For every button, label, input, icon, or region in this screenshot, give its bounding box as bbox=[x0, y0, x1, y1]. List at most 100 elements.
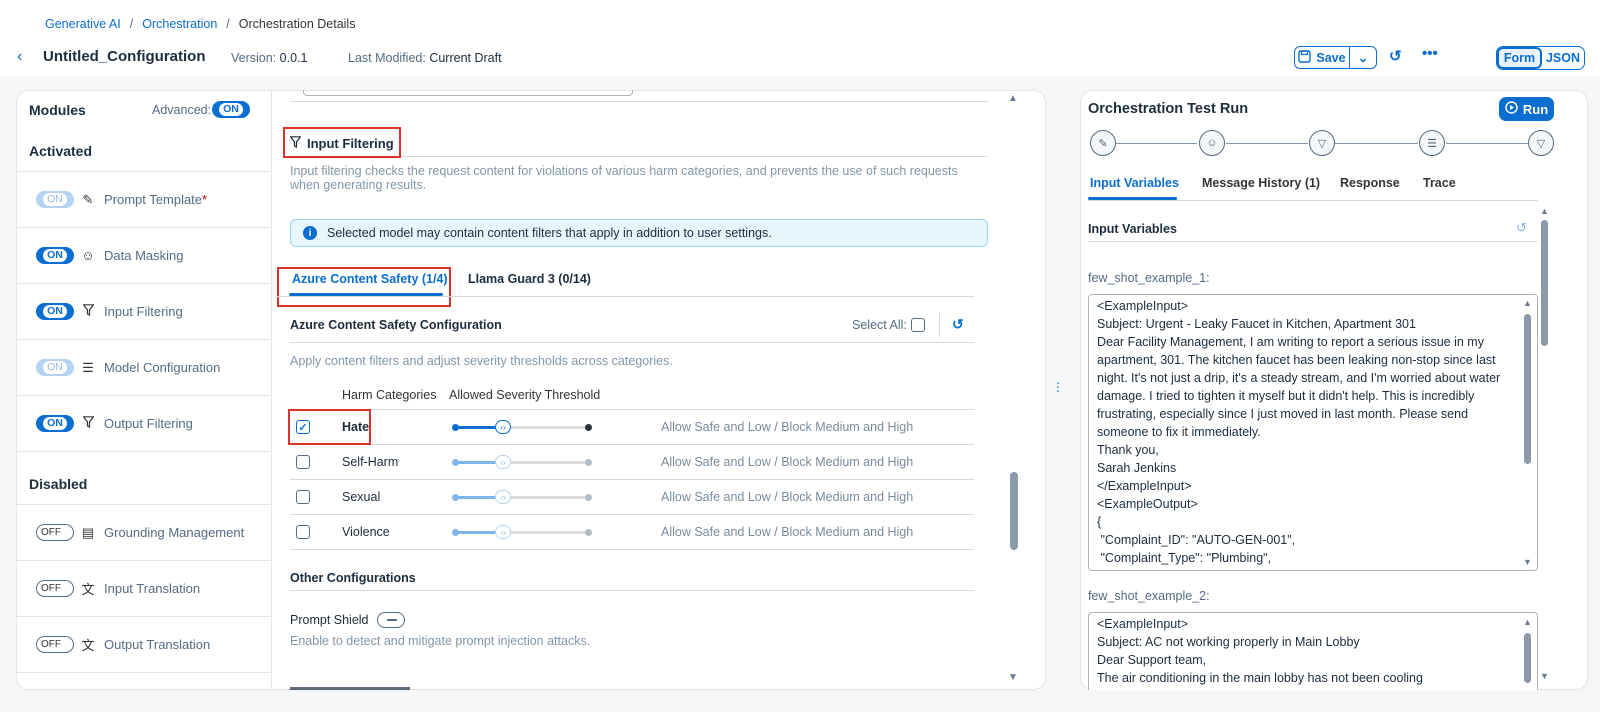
sexual-checkbox[interactable] bbox=[296, 490, 310, 504]
modified-info: Last Modified: Current Draft bbox=[348, 51, 502, 65]
step-output-filtering-icon[interactable]: ▽ bbox=[1528, 130, 1554, 156]
severity-slider[interactable]: ‹› bbox=[452, 490, 592, 504]
panel-scroll-down-icon[interactable]: ▼ bbox=[1540, 671, 1549, 681]
form-view-button[interactable]: Form bbox=[1497, 47, 1542, 69]
category-name: Violence bbox=[342, 525, 390, 539]
reset-icon[interactable]: ↺ bbox=[952, 316, 964, 333]
module-grounding-management[interactable]: OFF ▤ Grounding Management bbox=[16, 505, 270, 561]
info-text: Selected model may contain content filte… bbox=[327, 226, 772, 240]
threshold-text: Allow Safe and Low / Block Medium and Hi… bbox=[661, 420, 914, 434]
severity-slider[interactable]: ‹› bbox=[452, 525, 592, 539]
prompt-shield-description: Enable to detect and mitigate prompt inj… bbox=[290, 634, 591, 648]
step-data-masking-icon[interactable]: ☺ bbox=[1199, 130, 1225, 156]
previous-field-edge bbox=[303, 90, 633, 96]
required-marker: * bbox=[202, 192, 208, 207]
module-input-filtering[interactable]: ON Input Filtering bbox=[16, 284, 270, 340]
filter-icon bbox=[289, 136, 302, 151]
example2-textarea[interactable]: <ExampleInput> Subject: AC not working p… bbox=[1088, 612, 1538, 690]
tab-llama-guard[interactable]: Llama Guard 3 (0/14) bbox=[468, 272, 591, 286]
table-row: Sexual ‹› Allow Safe and Low / Block Med… bbox=[290, 480, 974, 515]
breadcrumb-orchestration[interactable]: Orchestration bbox=[142, 17, 217, 31]
resize-handle-icon[interactable]: ⋮ bbox=[1052, 380, 1064, 394]
breadcrumb-separator: / bbox=[226, 17, 230, 31]
scroll-down-icon[interactable]: ▼ bbox=[1523, 557, 1532, 567]
step-input-filtering-icon[interactable]: ▽ bbox=[1309, 130, 1335, 156]
module-output-translation[interactable]: OFF 文 Output Translation bbox=[16, 617, 270, 673]
slider-handle-icon[interactable]: ‹› bbox=[495, 455, 511, 469]
scroll-up-icon[interactable]: ▲ bbox=[1008, 93, 1018, 104]
select-all-checkbox[interactable] bbox=[911, 318, 925, 332]
breadcrumb-separator: / bbox=[129, 17, 134, 31]
data-masking-toggle[interactable]: ON bbox=[36, 247, 74, 264]
module-label: Model Configuration bbox=[104, 360, 221, 375]
tab-response[interactable]: Response bbox=[1340, 176, 1400, 190]
breadcrumb-generative-ai[interactable]: Generative AI bbox=[45, 17, 121, 31]
translate-icon: 文 bbox=[81, 638, 95, 653]
tab-trace[interactable]: Trace bbox=[1423, 176, 1456, 190]
input-translation-toggle[interactable]: OFF bbox=[36, 580, 74, 597]
module-data-masking[interactable]: ON ☺ Data Masking bbox=[16, 228, 270, 284]
modified-label: Last Modified: bbox=[348, 51, 426, 65]
advanced-label: Advanced: bbox=[152, 103, 212, 117]
toggle-text: ON bbox=[43, 305, 67, 318]
module-model-configuration[interactable]: ON ☰ Model Configuration bbox=[16, 340, 270, 396]
scroll-up-icon[interactable]: ▲ bbox=[1523, 617, 1532, 627]
save-label: Save bbox=[1316, 50, 1346, 65]
step-model-configuration-icon[interactable]: ☰ bbox=[1419, 130, 1445, 156]
play-icon bbox=[1505, 101, 1518, 117]
scroll-down-icon[interactable]: ▼ bbox=[1008, 672, 1018, 683]
divider bbox=[401, 156, 988, 157]
step-prompt-template-icon[interactable]: ✎ bbox=[1090, 130, 1116, 156]
textarea-scrollbar[interactable] bbox=[1524, 633, 1531, 683]
output-filtering-toggle[interactable]: ON bbox=[36, 415, 74, 432]
panel-scroll-up-icon[interactable]: ▲ bbox=[1540, 206, 1549, 216]
module-prompt-template[interactable]: ON ✎ Prompt Template* bbox=[16, 172, 270, 228]
input-filtering-toggle[interactable]: ON bbox=[36, 303, 74, 320]
table-row: Self-Harm ‹› Allow Safe and Low / Block … bbox=[290, 445, 974, 480]
history-icon[interactable]: ↺ bbox=[1389, 47, 1402, 65]
save-options-button[interactable]: ⌄ bbox=[1350, 46, 1377, 69]
toggle-text: OFF bbox=[41, 527, 61, 538]
advanced-toggle[interactable]: ON bbox=[212, 101, 250, 118]
violence-checkbox[interactable] bbox=[296, 525, 310, 539]
textarea-scrollbar[interactable] bbox=[1524, 314, 1531, 464]
grounding-icon: ▤ bbox=[81, 524, 95, 540]
more-options-icon[interactable]: ••• bbox=[1422, 45, 1438, 62]
prompt-shield-toggle[interactable] bbox=[376, 612, 405, 628]
module-label: Data Masking bbox=[104, 248, 184, 263]
output-translation-toggle[interactable]: OFF bbox=[36, 636, 74, 653]
threshold-text: Allow Safe and Low / Block Medium and Hi… bbox=[661, 490, 914, 504]
tab-azure-content-safety[interactable]: Azure Content Safety (1/4) bbox=[292, 272, 448, 286]
slider-handle-icon[interactable]: ‹› bbox=[495, 490, 511, 504]
slider-handle-icon[interactable]: ‹› bbox=[495, 420, 511, 434]
module-label: Input Filtering bbox=[104, 304, 183, 319]
model-configuration-toggle[interactable]: ON bbox=[36, 359, 74, 376]
back-chevron-icon[interactable]: ‹ bbox=[17, 49, 31, 65]
json-view-button[interactable]: JSON bbox=[1542, 47, 1584, 69]
module-output-filtering[interactable]: ON Output Filtering bbox=[16, 396, 270, 452]
next-section-heading-cutoff bbox=[290, 682, 430, 690]
column-header-threshold: Allowed Severity Threshold bbox=[449, 388, 601, 402]
config-heading: Azure Content Safety Configuration bbox=[290, 318, 502, 332]
tab-input-variables[interactable]: Input Variables bbox=[1090, 176, 1179, 190]
run-label: Run bbox=[1522, 101, 1549, 117]
reset-variables-icon[interactable]: ↺ bbox=[1516, 220, 1527, 236]
slider-handle-icon[interactable]: ‹› bbox=[495, 525, 511, 539]
save-button[interactable]: Save bbox=[1294, 46, 1350, 69]
module-input-translation[interactable]: OFF 文 Input Translation bbox=[16, 561, 270, 617]
example2-text: <ExampleInput> Subject: AC not working p… bbox=[1097, 617, 1423, 685]
scroll-up-icon[interactable]: ▲ bbox=[1523, 298, 1532, 308]
self-harm-checkbox[interactable] bbox=[296, 455, 310, 469]
run-button[interactable]: Run bbox=[1499, 97, 1554, 121]
panel-scrollbar[interactable] bbox=[1541, 220, 1548, 346]
grounding-toggle[interactable]: OFF bbox=[36, 524, 74, 541]
divider bbox=[939, 313, 940, 337]
severity-slider[interactable]: ‹› bbox=[452, 455, 592, 469]
prompt-template-toggle[interactable]: ON bbox=[36, 191, 74, 208]
severity-slider[interactable]: ‹› bbox=[452, 420, 592, 434]
view-switch: Form JSON bbox=[1496, 46, 1585, 70]
tab-message-history[interactable]: Message History (1) bbox=[1202, 176, 1320, 190]
test-run-title: Orchestration Test Run bbox=[1088, 101, 1249, 117]
scrollbar-thumb[interactable] bbox=[1010, 472, 1018, 550]
example1-textarea[interactable]: <ExampleInput> Subject: Urgent - Leaky F… bbox=[1088, 294, 1538, 571]
